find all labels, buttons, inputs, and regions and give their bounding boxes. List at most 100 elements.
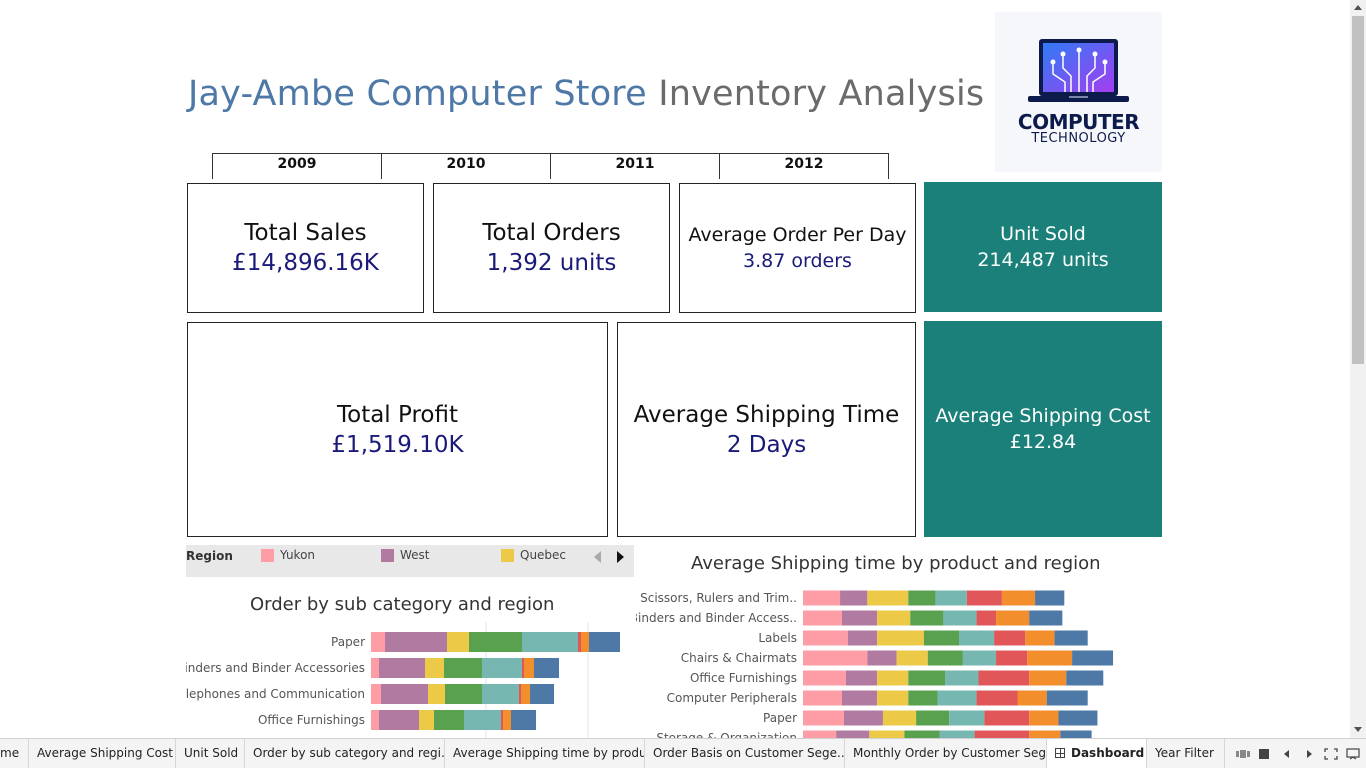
tab-year-filter[interactable]: Year Filter: [1147, 739, 1225, 768]
bar-segment: [1060, 730, 1092, 738]
bar-segment: [916, 710, 950, 726]
bar-segment: [1017, 690, 1047, 706]
bar-segment: [434, 710, 464, 730]
bar-segment: [974, 730, 1030, 738]
bar-segment: [869, 730, 905, 738]
kpi-average-shipping-time[interactable]: Average Shipping Time 2 Days: [617, 322, 916, 537]
bar-segment: [803, 590, 841, 606]
tab-dashboard-1[interactable]: Dashboard 1: [1047, 739, 1147, 768]
bar-segment: [978, 670, 1030, 686]
title-subtitle: Inventory Analysis: [658, 74, 985, 114]
bar-segment: [937, 690, 977, 706]
kpi-value: 1,392 units: [486, 250, 617, 276]
bar-segment: [877, 630, 924, 646]
bar-segment: [923, 630, 959, 646]
dashboard-grid-icon: [1055, 748, 1065, 758]
bar-segment: [464, 710, 501, 730]
chart-shipping-time-by-product: Scissors, Rulers and Trim.. Binders and B…: [636, 590, 1114, 738]
year-filter-2012[interactable]: 2012: [719, 153, 889, 179]
legend-item-quebec[interactable]: Quebec: [501, 548, 566, 562]
scrollbar-thumb[interactable]: [1352, 16, 1364, 364]
vertical-scrollbar[interactable]: [1350, 0, 1366, 738]
year-filter-2011[interactable]: 2011: [550, 153, 719, 179]
bar-segment: [803, 690, 842, 706]
category-label: Labels: [758, 631, 797, 645]
bar-segment: [842, 610, 878, 626]
kpi-label: Average Shipping Cost: [935, 405, 1151, 427]
category-label: Storage & Organization: [656, 731, 797, 738]
previous-sheet-icon[interactable]: [1282, 748, 1292, 760]
tab-average-shipping-cost[interactable]: Average Shipping Cost: [29, 739, 176, 768]
tab-unit-sold[interactable]: Unit Sold: [176, 739, 245, 768]
legend-title: Region: [186, 549, 233, 563]
year-filter-2010[interactable]: 2010: [381, 153, 550, 179]
title-store-name: Jay-Ambe Computer Store: [188, 74, 647, 114]
bar-segment: [379, 658, 425, 678]
scroll-down-arrow-icon[interactable]: [1354, 727, 1362, 732]
bar-segment: [1001, 590, 1036, 606]
category-label: Chairs & Chairmats: [681, 651, 797, 665]
kpi-label: Average Order Per Day: [688, 224, 907, 246]
legend-item-label: Yukon: [280, 548, 316, 562]
tile-view-icon[interactable]: [1258, 748, 1270, 760]
next-sheet-icon[interactable]: [1304, 748, 1314, 760]
bar-segment: [1025, 630, 1055, 646]
bar-segment: [908, 690, 938, 706]
filmstrip-view-icon[interactable]: [1236, 748, 1250, 760]
bar-segment: [896, 650, 928, 666]
bar-segment: [867, 590, 909, 606]
bar-segment: [959, 630, 995, 646]
kpi-value: 3.87 orders: [743, 250, 852, 272]
bar-segment: [877, 610, 911, 626]
tab-order-basis-customer-segment[interactable]: Order Basis on Customer Sege...: [645, 739, 845, 768]
presentation-mode-icon[interactable]: [1346, 748, 1360, 760]
bar-segment: [910, 610, 944, 626]
legend-item-yukon[interactable]: Yukon: [261, 548, 315, 562]
legend-item-west[interactable]: West: [381, 548, 430, 562]
bar-segment: [984, 710, 1030, 726]
bar-segment: [419, 710, 434, 730]
bar-segment: [371, 632, 385, 652]
computer-technology-logo: COMPUTER TECHNOLOGY: [995, 12, 1162, 172]
scroll-up-arrow-icon[interactable]: [1354, 5, 1362, 10]
bar-segment: [511, 710, 536, 730]
bar-segment: [444, 658, 482, 678]
bar-segment: [503, 710, 511, 730]
category-label: Paper: [331, 635, 365, 649]
tab-order-by-subcategory[interactable]: Order by sub category and regi...: [245, 739, 445, 768]
kpi-total-profit[interactable]: Total Profit £1,519.10K: [187, 322, 608, 537]
tab-average-shipping-time[interactable]: Average Shipping time by produ...: [445, 739, 645, 768]
bar-segment: [836, 730, 870, 738]
kpi-average-order-per-day[interactable]: Average Order Per Day 3.87 orders: [679, 183, 916, 313]
category-label: Office Furnishings: [690, 671, 797, 685]
year-filter-2009[interactable]: 2009: [212, 153, 381, 179]
bar-segment: [1029, 710, 1059, 726]
dashboard-title: Jay-Ambe Computer Store Inventory Analys…: [188, 74, 984, 114]
chart-title-shipping-time: Average Shipping time by product and reg…: [691, 553, 1101, 574]
bar-segment: [371, 684, 381, 704]
bar-segment: [371, 710, 379, 730]
tab-me[interactable]: me: [0, 739, 29, 768]
kpi-average-shipping-cost[interactable]: Average Shipping Cost £12.84: [924, 321, 1162, 537]
bar-segment: [589, 632, 620, 652]
bar-segment: [524, 658, 534, 678]
bar-segment: [1027, 650, 1073, 666]
category-label: Binders and Binder Access..: [636, 611, 797, 625]
bar-segment: [908, 590, 936, 606]
fit-to-screen-icon[interactable]: [1324, 748, 1338, 760]
dashboard-canvas: Jay-Ambe Computer Store Inventory Analys…: [0, 0, 1350, 738]
laptop-circuit-icon: [1028, 39, 1129, 102]
legend-prev-arrow-icon[interactable]: [594, 551, 601, 563]
bar-segment: [803, 630, 848, 646]
legend-item-label: Quebec: [520, 548, 567, 562]
bar-segment: [482, 684, 519, 704]
bar-segment: [371, 658, 379, 678]
kpi-total-sales[interactable]: Total Sales £14,896.16K: [187, 183, 424, 313]
legend-next-arrow-icon[interactable]: [617, 551, 624, 563]
kpi-total-orders[interactable]: Total Orders 1,392 units: [433, 183, 670, 313]
kpi-unit-sold[interactable]: Unit Sold 214,487 units: [924, 182, 1162, 312]
tab-monthly-order-customer-segment[interactable]: Monthly Order by Customer Seg...: [845, 739, 1047, 768]
bar-segment: [519, 684, 521, 704]
bar-segment: [469, 632, 522, 652]
bar-segment: [521, 684, 530, 704]
